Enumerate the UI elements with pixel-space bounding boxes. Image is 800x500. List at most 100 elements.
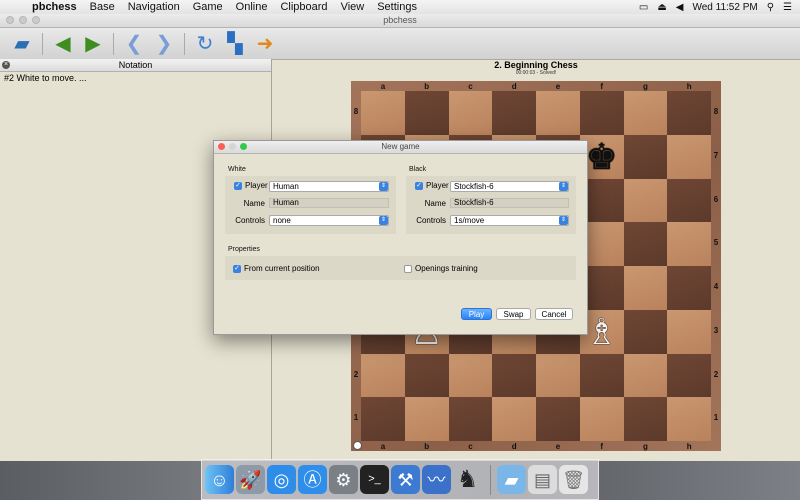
play-arrow-icon[interactable]: ➜ <box>253 32 277 56</box>
square-b8[interactable] <box>404 91 449 135</box>
square-d8[interactable] <box>492 91 536 135</box>
finder-icon[interactable]: ☺ <box>205 465 234 494</box>
clock[interactable]: Wed 11:52 PM <box>692 2 757 13</box>
from-current-position-checkbox[interactable]: ✓ <box>233 264 241 273</box>
square-h4[interactable] <box>667 266 711 310</box>
from-current-position-row[interactable]: ✓ From current position <box>233 264 320 273</box>
square-g2[interactable] <box>623 353 668 398</box>
system-preferences-icon[interactable]: ⚙ <box>329 465 358 494</box>
square-f2[interactable] <box>579 353 624 398</box>
square-b2[interactable] <box>404 353 449 398</box>
cancel-button[interactable]: Cancel <box>535 308 573 320</box>
square-f1[interactable] <box>579 397 624 441</box>
square-a2[interactable] <box>361 353 405 398</box>
square-g1[interactable] <box>623 397 668 441</box>
square-h3[interactable] <box>667 309 711 354</box>
eject-icon[interactable]: ⏏ <box>657 2 666 13</box>
openings-training-checkbox[interactable] <box>404 264 412 273</box>
square-h6[interactable] <box>667 178 711 223</box>
square-h2[interactable] <box>667 353 711 398</box>
folder-icon[interactable]: ▰ <box>10 32 34 56</box>
refresh-icon[interactable]: ↻ <box>193 32 217 56</box>
square-f8[interactable] <box>579 91 624 135</box>
menu-clipboard[interactable]: Clipboard <box>280 1 327 13</box>
close-window-button[interactable] <box>6 16 14 24</box>
square-h1[interactable] <box>667 397 711 441</box>
square-b1[interactable] <box>404 397 449 441</box>
black-player-checkbox-row[interactable]: ✓ Player <box>415 181 449 190</box>
toolbar-separator <box>184 32 185 55</box>
square-g3[interactable] <box>623 309 668 354</box>
square-e8[interactable] <box>536 91 580 135</box>
volume-icon[interactable]: ◀ <box>676 2 684 13</box>
white-player-select[interactable]: Human ⇕ <box>269 181 389 192</box>
back-blue-icon[interactable]: ❮ <box>122 32 146 56</box>
square-h8[interactable] <box>667 91 711 135</box>
black-name-field[interactable]: Stockfish-6 <box>450 198 569 208</box>
analysis-icon[interactable]: ▚ <box>223 32 247 56</box>
forward-green-icon[interactable]: ▶ <box>81 32 105 56</box>
white-player-value: Human <box>273 182 299 191</box>
xcode-icon[interactable]: ⚒ <box>391 465 420 494</box>
close-icon[interactable]: × <box>2 61 10 69</box>
square-g4[interactable] <box>623 266 668 310</box>
menu-view[interactable]: View <box>341 1 365 13</box>
square-g6[interactable] <box>623 178 668 223</box>
minimize-window-button[interactable] <box>19 16 27 24</box>
black-player-checkbox[interactable]: ✓ <box>415 181 423 190</box>
square-a1[interactable] <box>361 397 405 441</box>
openings-training-row[interactable]: Openings training <box>404 264 478 273</box>
white-name-field[interactable]: Human <box>269 198 389 208</box>
chess-piece-f3[interactable]: ♗ <box>585 313 617 350</box>
menu-base[interactable]: Base <box>90 1 115 13</box>
square-d1[interactable] <box>492 397 536 441</box>
square-g5[interactable] <box>623 222 668 266</box>
square-g7[interactable] <box>623 134 668 179</box>
square-e2[interactable] <box>536 353 580 398</box>
dialog-zoom-button[interactable] <box>240 143 247 150</box>
black-player-select[interactable]: Stockfish-6 ⇕ <box>450 181 569 192</box>
app-store-icon[interactable]: Ⓐ <box>298 465 327 494</box>
white-controls-select[interactable]: none ⇕ <box>269 215 389 226</box>
trash-icon[interactable]: 🗑 <box>559 465 588 494</box>
black-controls-select[interactable]: 1s/move ⇕ <box>450 215 569 226</box>
white-player-checkbox-row[interactable]: ✓ Player <box>234 181 268 190</box>
notation-text[interactable]: #2 White to move. ... <box>0 72 271 84</box>
square-c1[interactable] <box>448 397 493 441</box>
dialog-minimize-button[interactable] <box>229 143 236 150</box>
launchpad-icon[interactable]: 🚀 <box>236 465 265 494</box>
properties-group-label: Properties <box>228 246 260 253</box>
terminal-icon[interactable]: >_ <box>360 465 389 494</box>
menu-settings[interactable]: Settings <box>377 1 417 13</box>
back-green-icon[interactable]: ◀ <box>51 32 75 56</box>
notification-center-icon[interactable]: ☰ <box>783 2 792 13</box>
dialog-close-button[interactable] <box>218 143 225 150</box>
square-c8[interactable] <box>448 91 493 135</box>
menu-navigation[interactable]: Navigation <box>128 1 180 13</box>
forward-blue-icon[interactable]: ❯ <box>152 32 176 56</box>
play-button[interactable]: Play <box>461 308 492 320</box>
swap-button[interactable]: Swap <box>496 308 531 320</box>
documents-icon[interactable]: ▤ <box>528 465 557 494</box>
square-a8[interactable] <box>361 91 405 135</box>
square-g8[interactable] <box>623 91 668 135</box>
square-e1[interactable] <box>536 397 580 441</box>
square-c2[interactable] <box>448 353 493 398</box>
spotlight-icon[interactable]: ⚲ <box>767 2 774 13</box>
app-menu[interactable]: pbchess <box>32 1 77 13</box>
airplay-icon[interactable]: ▭ <box>639 2 648 13</box>
black-controls-value: 1s/move <box>454 216 485 225</box>
rank-label-4: 4 <box>713 282 719 291</box>
square-h5[interactable] <box>667 222 711 266</box>
zoom-window-button[interactable] <box>32 16 40 24</box>
chess-knight-icon[interactable]: ♞ <box>453 465 482 494</box>
menu-game[interactable]: Game <box>193 1 223 13</box>
chess-piece-f7[interactable]: ♚ <box>585 138 617 175</box>
white-player-checkbox[interactable]: ✓ <box>234 181 242 190</box>
square-h7[interactable] <box>667 134 711 179</box>
square-d2[interactable] <box>492 353 536 398</box>
safari-icon[interactable]: ◎ <box>267 465 296 494</box>
activity-monitor-icon[interactable]: 〰 <box>422 465 451 494</box>
menu-online[interactable]: Online <box>236 1 268 13</box>
downloads-folder-icon[interactable]: ▰ <box>497 465 526 494</box>
